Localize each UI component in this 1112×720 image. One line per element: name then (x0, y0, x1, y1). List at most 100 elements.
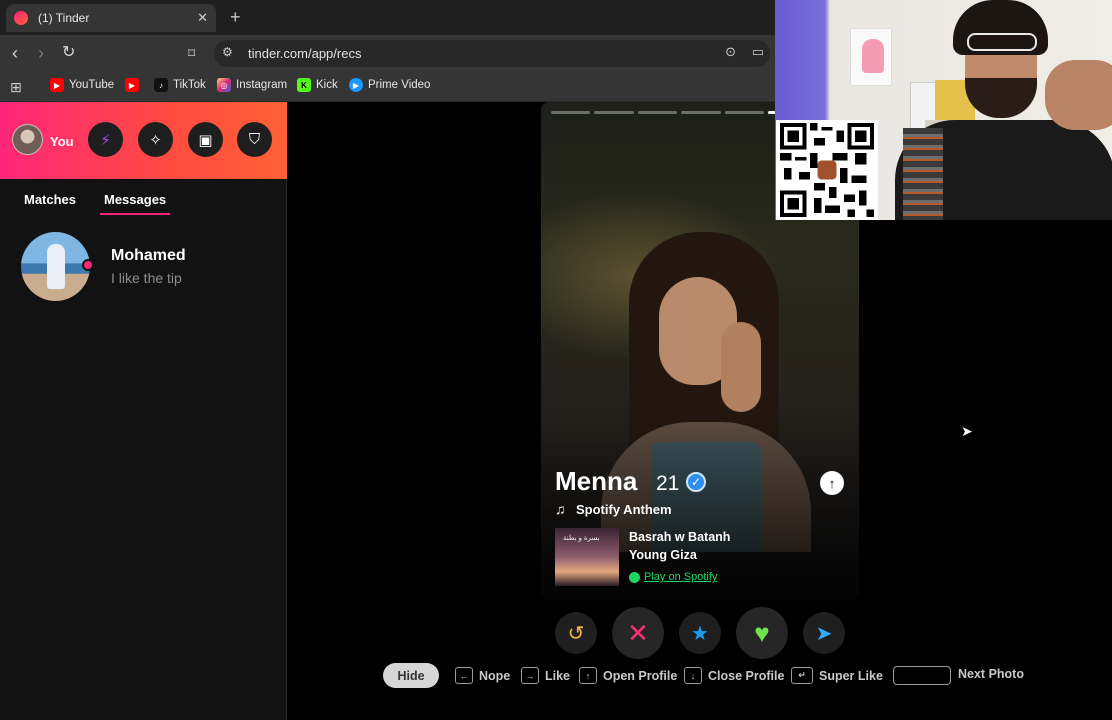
play-on-spotify-link[interactable]: Play on Spotify (644, 571, 717, 583)
super-like-button[interactable]: ★ (679, 612, 721, 654)
hint-super-like: ↵ Super Like (791, 667, 883, 684)
verified-badge-icon: ✓ (686, 472, 706, 492)
bookmark-youtube-2[interactable]: ▶ (125, 78, 144, 92)
tiktok-icon: ♪ (154, 78, 168, 92)
song-title: Basrah w Batanh (629, 530, 731, 544)
enter-key-icon: ↵ (791, 667, 813, 684)
boost-button[interactable]: ➤ (803, 612, 845, 654)
qr-code (776, 120, 878, 220)
cast-icon[interactable]: ▭ (752, 44, 764, 60)
conversation-preview: I like the tip (111, 270, 182, 286)
close-tab-icon[interactable]: ✕ (197, 10, 208, 26)
mouse-cursor-icon: ➤ (961, 423, 973, 439)
hint-close-profile: ↓ Close Profile (684, 667, 784, 684)
bookmark-prime-video[interactable]: ▶ Prime Video (349, 78, 430, 92)
bookmark-label: Instagram (236, 79, 288, 91)
arrow-right-key-icon: → (521, 667, 539, 684)
open-profile-icon[interactable]: ↑ (820, 471, 844, 495)
briefcase-icon[interactable]: ▣ (188, 122, 223, 157)
album-art: بسرة و بطنة (555, 528, 619, 586)
hint-like: → Like (521, 667, 570, 684)
back-icon[interactable]: ‹ (12, 43, 18, 63)
shield-icon[interactable]: ⛉ (237, 122, 272, 157)
heart-icon: ♥ (754, 617, 770, 648)
hint-label: Like (545, 668, 571, 683)
sidebar: You ⚡ ✧ ▣ ⛉ Matches Messages Mohamed I l… (0, 102, 287, 720)
song-artist: Young Giza (629, 548, 697, 562)
hint-open-profile: ↑ Open Profile (579, 667, 677, 684)
hint-label: Close Profile (708, 668, 785, 683)
tab-title: (1) Tinder (38, 11, 90, 25)
bookmark-youtube[interactable]: ▶ YouTube (50, 78, 114, 92)
photo-progress-segment (551, 111, 591, 114)
profile-name: Menna (555, 466, 638, 496)
music-note-icon: ♫ (555, 501, 566, 517)
sidebar-tabs: Matches Messages (0, 190, 287, 220)
tab-matches[interactable]: Matches (24, 192, 76, 207)
reload-icon[interactable]: ↻ (62, 43, 75, 63)
streamer-arm (1045, 60, 1112, 130)
wall-poster (850, 28, 892, 86)
avatar-figure (47, 244, 65, 289)
bookmark-kick[interactable]: K Kick (297, 78, 338, 92)
hide-hints-button[interactable]: Hide (383, 663, 439, 688)
arrow-down-key-icon: ↓ (684, 667, 702, 684)
bookmark-tiktok[interactable]: ♪ TikTok (154, 78, 206, 92)
like-button[interactable]: ♥ (736, 607, 788, 659)
bookmark-label: Kick (316, 79, 338, 91)
bookmark-label: TikTok (173, 79, 206, 91)
tab-messages[interactable]: Messages (99, 192, 171, 215)
sidebar-header: You ⚡ ✧ ▣ ⛉ (0, 102, 287, 179)
explore-icon[interactable]: ✧ (138, 122, 173, 157)
my-profile-label[interactable]: You (50, 134, 74, 149)
new-tab-icon[interactable]: + (230, 7, 241, 28)
photo-hand (721, 322, 761, 412)
location-icon[interactable]: ⊙ (725, 44, 736, 60)
forward-icon[interactable]: › (38, 43, 44, 63)
album-art-text: بسرة و بطنة (563, 535, 600, 542)
bookmark-instagram[interactable]: ◎ Instagram (217, 78, 287, 92)
photo-progress-segment (637, 111, 678, 114)
youtube-icon: ▶ (125, 78, 139, 92)
arrow-left-key-icon: ← (455, 667, 473, 684)
hint-next-photo: Next Photo (958, 667, 1024, 681)
boost-icon[interactable]: ⚡ (88, 122, 123, 157)
my-avatar[interactable] (12, 124, 43, 155)
browser-navbar: ‹ › ↻ ⌑ ⚙ tinder.com/app/recs ⊙ ▭ (0, 35, 775, 72)
bookmark-icon[interactable]: ⌑ (188, 43, 195, 63)
streamer-glasses (967, 33, 1037, 51)
arrow-up-key-icon: ↑ (579, 667, 597, 684)
star-icon: ★ (691, 622, 709, 645)
site-info-icon[interactable]: ⚙ (222, 45, 233, 59)
rewind-button[interactable]: ↺ (555, 612, 597, 654)
rewind-icon: ↺ (567, 622, 585, 645)
address-bar[interactable]: ⚙ tinder.com/app/recs ⊙ ▭ (214, 40, 770, 67)
space-key-icon (893, 666, 951, 685)
nope-button[interactable]: ✕ (612, 607, 664, 659)
spotify-anthem-label: Spotify Anthem (576, 502, 672, 517)
prime-video-icon: ▶ (349, 78, 363, 92)
browser-tab-tinder[interactable]: (1) Tinder ✕ (6, 4, 216, 32)
unread-dot (82, 259, 94, 271)
tinder-favicon-icon (14, 11, 28, 25)
youtube-icon: ▶ (50, 78, 64, 92)
hint-label: Nope (479, 668, 511, 683)
apps-grid-icon[interactable]: ⊞ (10, 79, 22, 96)
x-icon: ✕ (627, 617, 649, 648)
address-url: tinder.com/app/recs (248, 46, 362, 61)
photo-progress-segment (681, 111, 721, 114)
photo-progress-segment (594, 111, 634, 114)
qr-code-graphic (780, 123, 874, 217)
send-icon: ➤ (815, 622, 833, 645)
spotify-icon (629, 572, 640, 583)
bookmark-label: Prime Video (368, 79, 431, 91)
conversation-item[interactable]: Mohamed I like the tip (0, 222, 287, 312)
photo-progress-segment (724, 111, 765, 114)
streamer-beard (965, 78, 1037, 118)
bookmark-label: YouTube (69, 79, 115, 91)
profile-age: 21 (656, 472, 680, 495)
hint-label: Next Photo (958, 667, 1024, 681)
instagram-icon: ◎ (217, 78, 231, 92)
bookmarks-bar: ⊞ ▶ YouTube ▶ ♪ TikTok ◎ Instagram K Kic… (0, 72, 775, 102)
conversation-name: Mohamed (111, 247, 186, 264)
